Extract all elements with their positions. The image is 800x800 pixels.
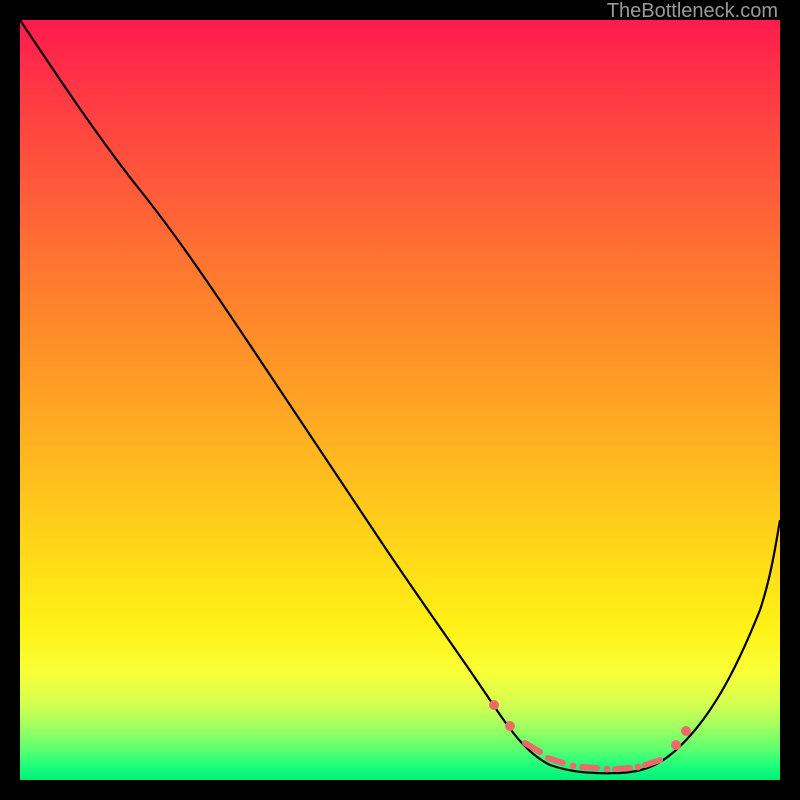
bottleneck-curve-svg (20, 20, 780, 780)
marker-dot (604, 766, 611, 773)
chart-plot-area (20, 20, 780, 780)
marker-dash (615, 768, 630, 769)
marker-dot (681, 726, 691, 736)
marker-dot (671, 740, 681, 750)
watermark-text: TheBottleneck.com (607, 0, 778, 23)
marker-dash (525, 743, 540, 752)
marker-dot (505, 721, 515, 731)
marker-dash (582, 767, 597, 768)
chart-frame: TheBottleneck.com (0, 0, 800, 800)
marker-dot (570, 763, 577, 770)
marker-dot (635, 764, 642, 771)
markers-group (489, 700, 691, 773)
marker-dot (489, 700, 499, 710)
marker-dash (548, 758, 563, 763)
bottleneck-curve (20, 20, 780, 773)
